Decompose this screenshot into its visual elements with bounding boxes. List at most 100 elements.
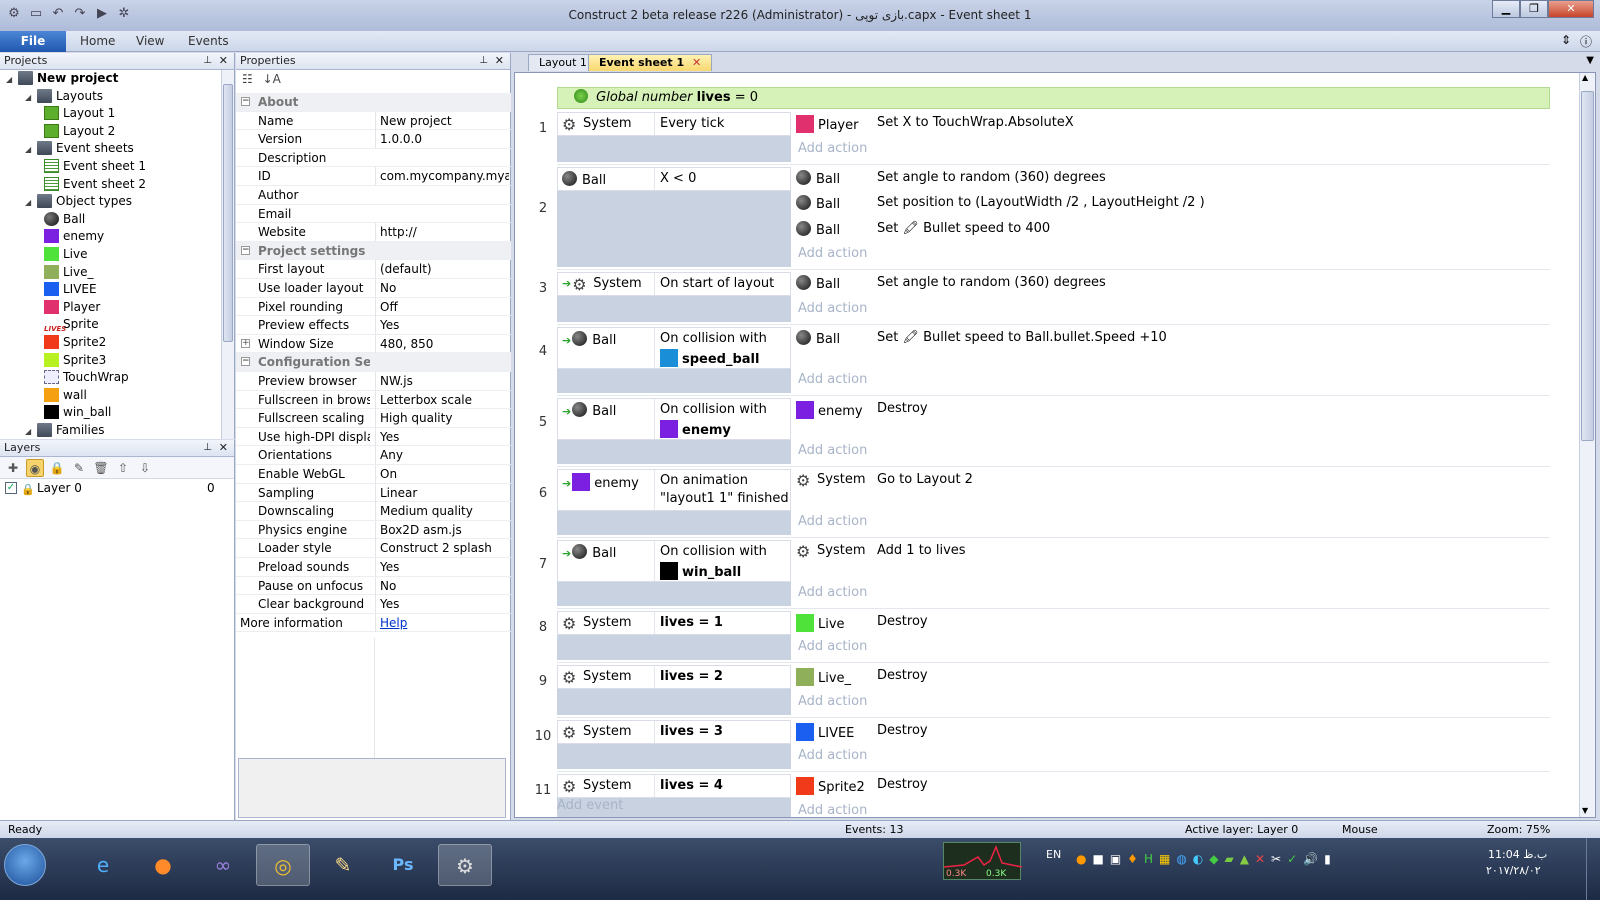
project-tree-item[interactable]: Sprite3 (44, 352, 106, 369)
project-tree-item[interactable]: ◢ New project (6, 70, 118, 87)
project-tree-item[interactable]: Event sheet 2 (44, 176, 146, 193)
property-row[interactable]: Preview browser NW.js (236, 372, 511, 391)
action-object[interactable]: LIVEE (796, 722, 854, 741)
tray-app-icon[interactable]: ◐ (1193, 852, 1203, 866)
expand-arrow-icon[interactable]: ◢ (6, 71, 18, 88)
property-value[interactable]: Linear (375, 483, 509, 502)
tray-app-icon[interactable]: ♦ (1127, 852, 1138, 866)
expand-arrow-icon[interactable]: ◢ (25, 89, 37, 106)
paint-icon[interactable]: ✎ (316, 844, 370, 886)
delete-icon[interactable]: 🗑 (92, 459, 110, 477)
volume-icon[interactable]: 🔊 (1303, 852, 1318, 866)
project-tree-item[interactable]: ◢ Layouts (25, 88, 103, 105)
action-text[interactable]: Destroy (877, 777, 928, 792)
condition[interactable]: ⚙ System lives = 2 (557, 665, 791, 689)
property-value[interactable]: Yes (375, 427, 509, 446)
help-icon[interactable]: ⓘ (1578, 33, 1594, 49)
tray-app-icon[interactable]: ✂ (1271, 852, 1281, 866)
minimize-button[interactable]: ▁ (1492, 0, 1520, 18)
property-value[interactable]: 1.0.0.0 (375, 130, 509, 149)
project-tree-item[interactable]: Live (44, 246, 88, 263)
chrome-icon[interactable]: ◎ (256, 844, 310, 886)
condition[interactable]: ➔ Ball On collision with enemy (557, 397, 791, 440)
expand-arrow-icon[interactable]: ◢ (25, 423, 37, 438)
tab-list-chevron-icon[interactable]: ▼ (1586, 55, 1594, 66)
property-value[interactable]: Medium quality (375, 502, 509, 521)
property-row[interactable]: Email (236, 205, 511, 224)
condition[interactable]: ➔ Ball On collision with speed_ball (557, 326, 791, 369)
condition[interactable]: ➔⚙ System On start of layout (557, 272, 791, 296)
property-row[interactable]: Enable WebGL On (236, 465, 511, 484)
tab-events[interactable]: Events (188, 34, 229, 48)
property-row[interactable]: Orientations Any (236, 446, 511, 465)
condition[interactable]: ⚙ System lives = 4 (557, 774, 791, 798)
condition[interactable]: ⚙ System lives = 3 (557, 719, 791, 744)
property-value[interactable]: Box2D asm.js (375, 520, 509, 539)
add-action-link[interactable]: Add action (798, 639, 867, 654)
property-row[interactable]: Preview effects Yes (236, 316, 511, 335)
edit-icon[interactable]: ✎ (70, 459, 88, 477)
property-row[interactable]: Pixel rounding Off (236, 297, 511, 317)
project-tree-item[interactable]: ◢ Event sheets (25, 140, 134, 157)
action-text[interactable]: Add 1 to lives (877, 543, 966, 558)
collapse-icon[interactable]: − (241, 357, 250, 367)
project-tree-item[interactable]: Layout 2 (44, 123, 115, 140)
help-link[interactable]: Help (375, 613, 509, 632)
project-tree-item[interactable]: Player (44, 299, 100, 316)
property-row[interactable]: Sampling Linear (236, 483, 511, 503)
action-object[interactable]: Ball (796, 275, 840, 292)
tab-view[interactable]: View (136, 34, 164, 48)
add-layer-icon[interactable]: ✚ (4, 459, 22, 477)
add-event-link[interactable]: Add event (557, 798, 623, 813)
expand-icon[interactable]: + (241, 338, 250, 348)
property-row[interactable]: Clear background Yes (236, 595, 511, 614)
tray-app-icon[interactable]: ▲ (1240, 852, 1249, 866)
internet-explorer-icon[interactable]: e (76, 844, 130, 886)
property-value[interactable]: Construct 2 splash (375, 539, 509, 558)
property-row[interactable]: Website http:// (236, 223, 511, 242)
action-text[interactable]: Go to Layout 2 (877, 472, 973, 487)
start-button[interactable] (4, 844, 46, 886)
property-value[interactable]: 480, 850 (375, 334, 509, 353)
property-row[interactable]: ID com.mycompany.mya... (236, 167, 511, 186)
property-value[interactable]: Yes (375, 316, 509, 335)
project-tree-item[interactable]: Ball (44, 211, 85, 228)
property-value[interactable]: On (375, 465, 509, 483)
project-tree-item[interactable]: TouchWrap (44, 369, 129, 386)
tray-app-icon[interactable]: ■ (1092, 852, 1103, 866)
property-value[interactable]: Yes (375, 595, 509, 614)
property-row[interactable]: Fullscreen scaling High quality (236, 409, 511, 428)
property-row[interactable]: Preload sounds Yes (236, 558, 511, 577)
language-indicator[interactable]: EN (1046, 848, 1061, 861)
tray-app-icon[interactable]: ▣ (1110, 852, 1121, 866)
editor-scrollbar[interactable]: ▲ ▼ (1579, 73, 1595, 817)
file-menu-button[interactable]: File (0, 31, 66, 52)
show-desktop-button[interactable] (1586, 838, 1600, 900)
pin-icon[interactable]: ⊥ (479, 53, 488, 69)
photoshop-icon[interactable]: Ps (376, 844, 430, 886)
tray-app-icon[interactable]: ◍ (1176, 852, 1186, 866)
global-variable[interactable]: Global number lives = 0 (557, 87, 1550, 109)
clock-date[interactable]: ۲۰۱۷/۲۸/۰۲ (1486, 864, 1541, 877)
sort-alpha-icon[interactable]: ↓A (263, 72, 281, 86)
condition[interactable]: ⚙ System lives = 1 (557, 610, 791, 635)
clock-time[interactable]: 11:04 ب.ظ (1488, 848, 1547, 861)
tray-app-icon[interactable]: ▰ (1225, 852, 1234, 866)
maximize-button[interactable]: ❐ (1520, 0, 1548, 18)
pin-icon[interactable]: ⊥ (203, 53, 212, 69)
action-text[interactable]: Set position to (LayoutWidth /2 , Layout… (877, 195, 1205, 210)
collapse-icon[interactable]: − (241, 97, 250, 106)
condition[interactable]: Ball X < 0 (557, 166, 791, 191)
scroll-thumb[interactable] (1581, 91, 1594, 441)
project-tree-item[interactable]: LIVESSprite (44, 316, 99, 333)
collapse-icon[interactable]: − (241, 245, 250, 255)
visual-studio-icon[interactable]: ∞ (196, 844, 250, 886)
property-value[interactable]: Off (375, 297, 509, 316)
scroll-down-icon[interactable]: ▼ (1582, 806, 1588, 815)
action-object[interactable]: Ball (796, 169, 840, 187)
project-tree-item[interactable]: win_ball (44, 404, 111, 421)
action-object[interactable]: Ball (796, 329, 840, 347)
construct2-icon[interactable]: ⚙ (438, 844, 492, 886)
action-object[interactable]: Ball (796, 195, 840, 212)
close-icon[interactable]: ✕ (219, 53, 228, 69)
